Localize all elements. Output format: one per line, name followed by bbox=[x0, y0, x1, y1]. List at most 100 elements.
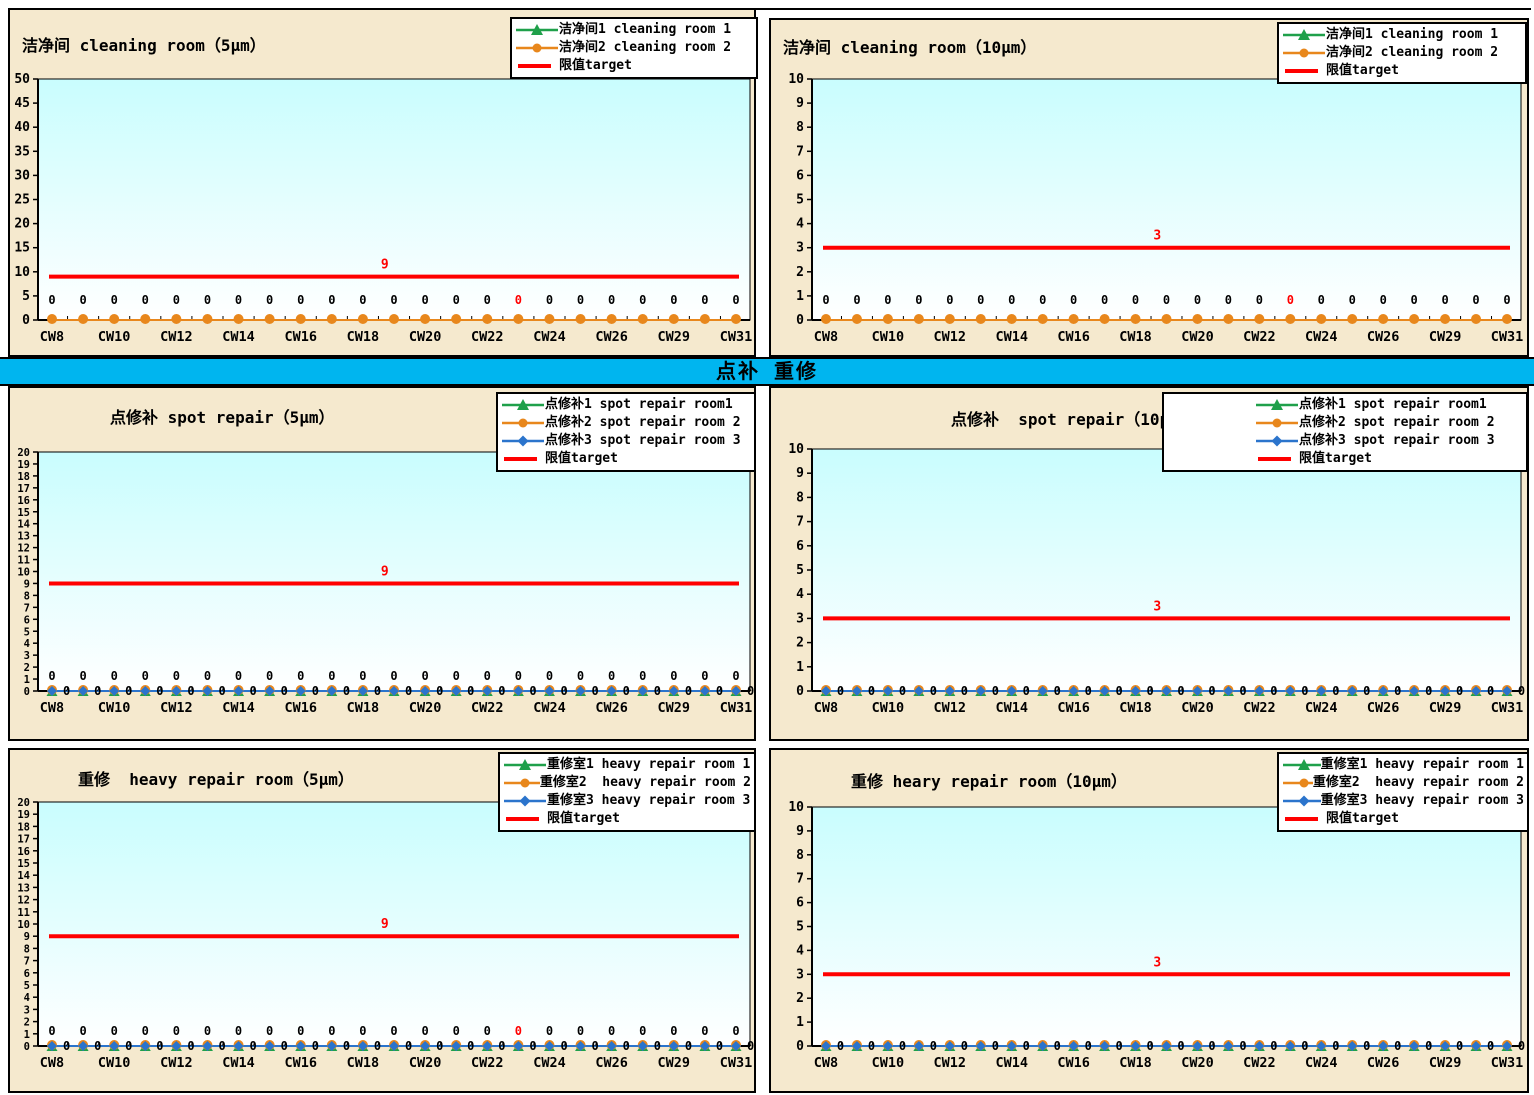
panel-heavy-repair-10um: 重修 heary repair room（10μm） 0123456789103… bbox=[769, 748, 1529, 1093]
svg-text:0: 0 bbox=[328, 1024, 335, 1038]
svg-text:7: 7 bbox=[796, 144, 804, 159]
svg-text:16: 16 bbox=[17, 846, 30, 858]
svg-text:0: 0 bbox=[374, 684, 381, 698]
svg-text:30: 30 bbox=[14, 168, 30, 183]
svg-text:0: 0 bbox=[1054, 1039, 1061, 1053]
svg-text:0: 0 bbox=[436, 684, 443, 698]
svg-text:0: 0 bbox=[142, 293, 149, 307]
svg-text:0: 0 bbox=[24, 686, 30, 698]
svg-text:0: 0 bbox=[1239, 1039, 1246, 1053]
svg-text:0: 0 bbox=[560, 1039, 567, 1053]
legend-item: 重修室2 heavy repair room 2 bbox=[1282, 774, 1524, 792]
svg-text:3: 3 bbox=[796, 241, 804, 256]
svg-text:0: 0 bbox=[218, 1039, 225, 1053]
svg-text:0: 0 bbox=[1101, 293, 1108, 307]
svg-text:0: 0 bbox=[484, 669, 491, 683]
svg-text:3: 3 bbox=[796, 967, 804, 982]
svg-text:CW24: CW24 bbox=[1305, 700, 1338, 716]
svg-text:0: 0 bbox=[1456, 684, 1463, 698]
svg-text:0: 0 bbox=[1332, 1039, 1339, 1053]
svg-text:CW16: CW16 bbox=[284, 1055, 317, 1071]
svg-text:0: 0 bbox=[639, 1024, 646, 1038]
legend-marker-triangle-icon bbox=[1255, 398, 1299, 412]
svg-text:CW10: CW10 bbox=[872, 329, 905, 345]
svg-text:4: 4 bbox=[24, 638, 30, 650]
svg-text:0: 0 bbox=[1425, 684, 1432, 698]
svg-text:0: 0 bbox=[204, 293, 211, 307]
legend-item: 重修室3 heavy repair room 3 bbox=[1282, 792, 1524, 810]
svg-text:CW29: CW29 bbox=[1429, 1055, 1462, 1071]
svg-text:CW12: CW12 bbox=[160, 1055, 193, 1071]
svg-text:10: 10 bbox=[788, 800, 804, 815]
svg-text:9: 9 bbox=[381, 564, 389, 579]
legend-marker-diamond-icon bbox=[1282, 794, 1321, 808]
svg-text:5: 5 bbox=[796, 563, 804, 578]
svg-text:CW22: CW22 bbox=[471, 329, 504, 345]
svg-text:0: 0 bbox=[48, 669, 55, 683]
svg-text:0: 0 bbox=[1318, 293, 1325, 307]
svg-text:3: 3 bbox=[1153, 229, 1161, 244]
svg-text:CW14: CW14 bbox=[995, 700, 1028, 716]
svg-text:CW24: CW24 bbox=[533, 700, 566, 716]
legend-marker-circle-icon bbox=[1255, 416, 1299, 430]
legend-label: 重修室2 heavy repair room 2 bbox=[540, 774, 751, 792]
svg-text:CW29: CW29 bbox=[658, 1055, 691, 1071]
svg-text:0: 0 bbox=[484, 1024, 491, 1038]
svg-text:11: 11 bbox=[17, 907, 30, 919]
svg-text:CW22: CW22 bbox=[471, 700, 504, 716]
svg-text:2: 2 bbox=[796, 636, 804, 651]
svg-text:0: 0 bbox=[592, 684, 599, 698]
svg-text:0: 0 bbox=[732, 669, 739, 683]
svg-text:1: 1 bbox=[796, 1015, 804, 1030]
svg-text:0: 0 bbox=[899, 684, 906, 698]
legend-item: 点修补2 spot repair room 2 bbox=[501, 414, 751, 432]
legend-item: 点修补2 spot repair room 2 bbox=[1255, 414, 1523, 432]
chart-title: 重修 heary repair room（10μm） bbox=[851, 768, 1127, 792]
svg-text:10: 10 bbox=[788, 442, 804, 457]
svg-text:20: 20 bbox=[17, 797, 30, 809]
svg-text:0: 0 bbox=[1116, 1039, 1123, 1053]
svg-text:40: 40 bbox=[14, 120, 30, 135]
svg-text:3: 3 bbox=[1153, 955, 1161, 970]
svg-text:1: 1 bbox=[24, 1029, 30, 1041]
svg-text:3: 3 bbox=[796, 611, 804, 626]
svg-text:CW26: CW26 bbox=[595, 700, 628, 716]
svg-text:0: 0 bbox=[654, 684, 661, 698]
svg-text:0: 0 bbox=[312, 684, 319, 698]
legend-marker-triangle-icon bbox=[1282, 758, 1321, 772]
svg-text:0: 0 bbox=[421, 293, 428, 307]
section-banner: 点补 重修 bbox=[0, 357, 1534, 386]
svg-text:2: 2 bbox=[24, 1017, 30, 1029]
svg-text:0: 0 bbox=[1363, 684, 1370, 698]
svg-text:0: 0 bbox=[884, 293, 891, 307]
svg-text:0: 0 bbox=[1146, 684, 1153, 698]
svg-text:0: 0 bbox=[328, 669, 335, 683]
svg-text:10: 10 bbox=[14, 265, 30, 280]
svg-text:0: 0 bbox=[529, 1039, 536, 1053]
svg-text:3: 3 bbox=[24, 1004, 30, 1016]
svg-text:0: 0 bbox=[577, 1024, 584, 1038]
svg-text:0: 0 bbox=[1070, 293, 1077, 307]
svg-text:0: 0 bbox=[1054, 684, 1061, 698]
svg-text:CW31: CW31 bbox=[720, 1055, 753, 1071]
panel-cleaning-room-5um: 洁净间 cleaning room（5μm） 05101520253035404… bbox=[8, 8, 756, 357]
svg-text:6: 6 bbox=[24, 968, 30, 980]
legend-label: 限值target bbox=[559, 57, 632, 75]
panel-spot-repair-10um: 点修补 spot repair（10μm） 012345678910300000… bbox=[769, 386, 1529, 741]
svg-text:8: 8 bbox=[24, 943, 30, 955]
legend-label: 点修补1 spot repair room1 bbox=[1299, 396, 1487, 414]
svg-text:0: 0 bbox=[48, 293, 55, 307]
svg-text:CW24: CW24 bbox=[533, 1055, 566, 1071]
svg-text:8: 8 bbox=[24, 590, 30, 602]
svg-text:0: 0 bbox=[1208, 684, 1215, 698]
svg-text:0: 0 bbox=[297, 669, 304, 683]
svg-text:10: 10 bbox=[788, 72, 804, 87]
cleanroom-particle-dashboard: 洁净间 cleaning room（5μm） 05101520253035404… bbox=[0, 0, 1534, 1095]
svg-text:4: 4 bbox=[796, 587, 804, 602]
svg-text:5: 5 bbox=[796, 193, 804, 208]
svg-text:0: 0 bbox=[266, 669, 273, 683]
svg-text:0: 0 bbox=[992, 1039, 999, 1053]
legend-marker-diamond-icon bbox=[1255, 434, 1299, 448]
svg-text:35: 35 bbox=[14, 144, 30, 159]
svg-text:0: 0 bbox=[1425, 1039, 1432, 1053]
